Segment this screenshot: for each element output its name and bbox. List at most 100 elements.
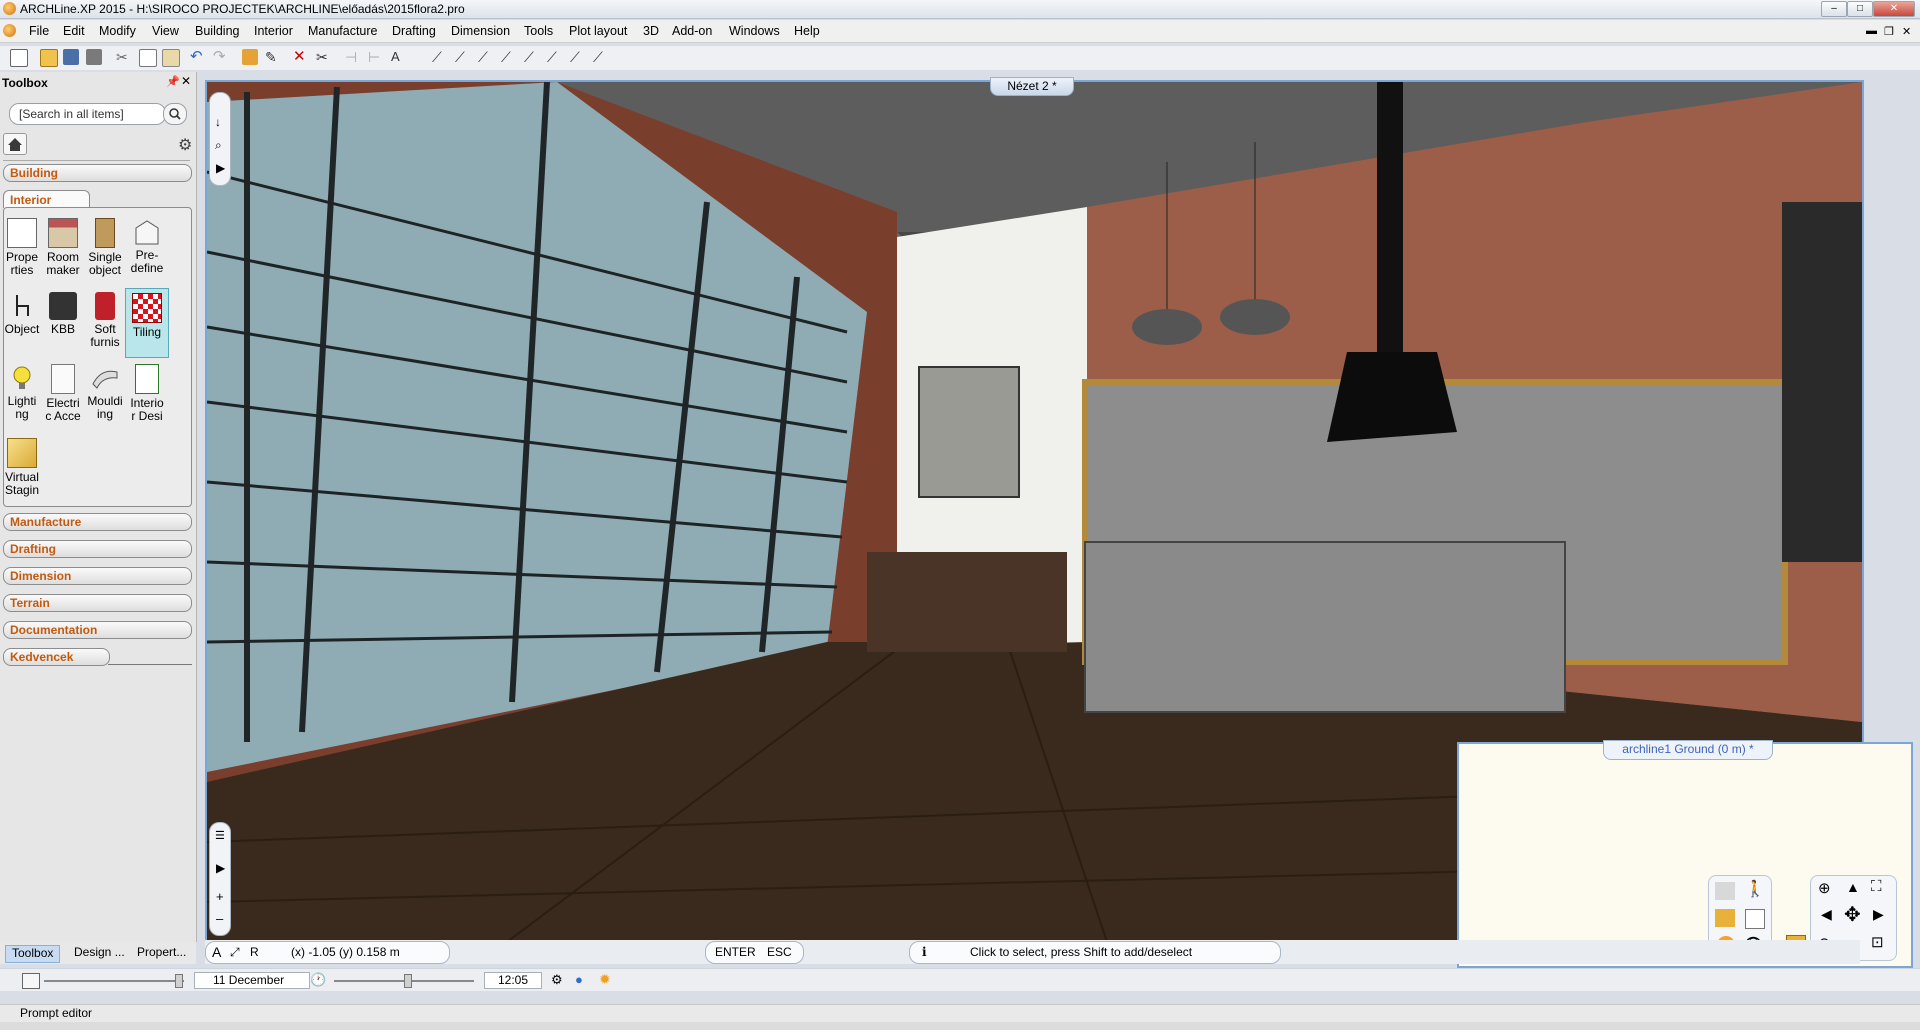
tab-design[interactable]: Design ... bbox=[74, 945, 125, 961]
tool-interior-design[interactable]: Interio r Desi bbox=[127, 364, 167, 423]
paste-icon[interactable] bbox=[162, 49, 180, 67]
cut-icon[interactable]: ✂ bbox=[116, 49, 132, 65]
enter-button[interactable]: ENTER bbox=[715, 942, 756, 962]
menu-3d[interactable]: 3D bbox=[643, 24, 659, 38]
menu-edit[interactable]: Edit bbox=[63, 24, 85, 38]
mdi-restore-icon[interactable]: ❐ bbox=[1884, 25, 1894, 38]
pen-icon[interactable]: ✎ bbox=[265, 49, 281, 65]
pan-icon[interactable]: ✥ bbox=[1844, 902, 1861, 927]
minimize-button[interactable]: – bbox=[1821, 1, 1847, 17]
relative-coords-icon[interactable]: R bbox=[250, 942, 259, 962]
tool-predefine[interactable]: Pre-define bbox=[127, 218, 167, 275]
tab-properties[interactable]: Propert... bbox=[137, 945, 186, 961]
tool-kbb[interactable]: KBB bbox=[43, 292, 83, 336]
date-slider-handle[interactable] bbox=[175, 974, 183, 988]
menu-plot-layout[interactable]: Plot layout bbox=[569, 24, 627, 38]
category-interior-tab[interactable]: Interior bbox=[3, 190, 90, 208]
stair-tool-4-icon[interactable]: ⟋ bbox=[501, 49, 517, 65]
time-field[interactable]: 12:05 bbox=[484, 972, 542, 989]
menu-drafting[interactable]: Drafting bbox=[392, 24, 436, 38]
tool-object[interactable]: Object bbox=[2, 292, 42, 336]
home-button[interactable] bbox=[3, 133, 27, 155]
tool-lighting[interactable]: Lighti ng bbox=[2, 364, 42, 421]
app-menu-icon[interactable] bbox=[3, 24, 16, 37]
menu-manufacture[interactable]: Manufacture bbox=[308, 24, 377, 38]
text-style-icon[interactable]: A bbox=[391, 49, 407, 65]
maximize-button[interactable]: □ bbox=[1847, 1, 1873, 17]
category-terrain[interactable]: Terrain bbox=[3, 594, 192, 612]
pin-icon[interactable]: 📌 bbox=[166, 75, 180, 88]
fit-view-icon[interactable]: ⛶ bbox=[1871, 878, 1882, 895]
tool-virtual-staging[interactable]: Virtual Stagin bbox=[2, 438, 42, 497]
menu-modify[interactable]: Modify bbox=[99, 24, 136, 38]
tool-room-maker[interactable]: Room maker bbox=[43, 218, 83, 277]
tool-tiling[interactable]: Tiling bbox=[125, 288, 169, 358]
mdi-close-icon[interactable]: ✕ bbox=[1902, 25, 1911, 38]
coordinate-field[interactable]: A ⤢ R (x) -1.05 (y) 0.158 m bbox=[205, 941, 450, 964]
stair-tool-7-icon[interactable]: ⟋ bbox=[570, 49, 586, 65]
align-right-icon[interactable]: ⊢ bbox=[368, 49, 384, 65]
print-icon[interactable] bbox=[86, 49, 102, 65]
category-documentation[interactable]: Documentation bbox=[3, 621, 192, 639]
tool-moulding[interactable]: Mouldi ing bbox=[85, 364, 125, 421]
date-field[interactable]: 11 December bbox=[194, 972, 310, 989]
viewport-tab[interactable]: Nézet 2 * bbox=[990, 77, 1074, 96]
arrow-up-icon[interactable]: ▲ bbox=[1846, 879, 1860, 895]
stair-tool-5-icon[interactable]: ⟋ bbox=[524, 49, 540, 65]
tool-single-object[interactable]: Single object bbox=[85, 218, 125, 277]
calendar-icon[interactable] bbox=[22, 973, 40, 989]
menu-dimension[interactable]: Dimension bbox=[451, 24, 510, 38]
menu-interior[interactable]: Interior bbox=[254, 24, 293, 38]
category-kedvencek[interactable]: Kedvencek bbox=[3, 648, 110, 666]
perspective-icon[interactable] bbox=[1715, 882, 1735, 900]
menu-building[interactable]: Building bbox=[195, 24, 239, 38]
delete-icon[interactable]: ✕ bbox=[293, 49, 309, 65]
menu-view[interactable]: View bbox=[152, 24, 179, 38]
menu-file[interactable]: File bbox=[29, 24, 49, 38]
tool-properties[interactable]: Prope rties bbox=[2, 218, 42, 277]
stair-tool-6-icon[interactable]: ⟋ bbox=[547, 49, 563, 65]
expand-icon[interactable]: ▶ bbox=[216, 861, 225, 875]
category-manufacture[interactable]: Manufacture bbox=[3, 513, 192, 531]
zoom-out-minus-icon[interactable]: – bbox=[216, 911, 223, 926]
sun-settings-icon[interactable]: ✹ bbox=[599, 971, 611, 988]
tool-soft-furnishing[interactable]: Soft furnis bbox=[85, 292, 125, 349]
open-icon[interactable] bbox=[40, 49, 58, 67]
plan-tab[interactable]: archline1 Ground (0 m) * bbox=[1603, 740, 1773, 760]
new-icon[interactable] bbox=[10, 49, 28, 67]
toolbox-settings-gear-icon[interactable]: ⚙ bbox=[178, 135, 192, 155]
date-slider[interactable] bbox=[44, 980, 184, 982]
category-dimension[interactable]: Dimension bbox=[3, 567, 192, 585]
play-icon[interactable]: ▶ bbox=[216, 161, 225, 175]
menu-help[interactable]: Help bbox=[794, 24, 820, 38]
walk-person-icon[interactable]: 🚶 bbox=[1745, 879, 1765, 899]
time-slider-handle[interactable] bbox=[404, 974, 412, 988]
tab-toolbox[interactable]: Toolbox bbox=[5, 945, 61, 963]
stair-tool-1-icon[interactable]: ⟋ bbox=[432, 49, 448, 65]
brush-icon[interactable] bbox=[242, 49, 258, 65]
stair-tool-2-icon[interactable]: ⟋ bbox=[455, 49, 471, 65]
shaded-cube-icon[interactable] bbox=[1715, 909, 1735, 927]
toolbox-close-icon[interactable]: ✕ bbox=[181, 74, 191, 88]
category-drafting[interactable]: Drafting bbox=[3, 540, 192, 558]
arrow-right-icon[interactable]: ▶ bbox=[1873, 906, 1884, 923]
walk-down-icon[interactable]: ↓ bbox=[215, 115, 221, 129]
zoom-icon[interactable]: ⌕ bbox=[215, 138, 222, 153]
category-building[interactable]: Building bbox=[3, 164, 192, 182]
arrow-left-icon[interactable]: ◀ bbox=[1821, 906, 1832, 923]
menu-add-on[interactable]: Add-on bbox=[672, 24, 712, 38]
menu-tools[interactable]: Tools bbox=[524, 24, 553, 38]
trim-icon[interactable]: ✂ bbox=[316, 49, 332, 65]
stair-tool-8-icon[interactable]: ⟋ bbox=[593, 49, 609, 65]
app-icon[interactable] bbox=[3, 2, 16, 15]
list-icon[interactable]: ☰ bbox=[215, 829, 225, 842]
render-settings-icon[interactable]: ⚙ bbox=[551, 972, 563, 988]
save-icon[interactable] bbox=[63, 49, 79, 65]
close-button[interactable]: ✕ bbox=[1873, 1, 1915, 17]
wire-cube-icon[interactable] bbox=[1745, 909, 1765, 929]
zoom-in-icon[interactable]: ⊕ bbox=[1818, 879, 1831, 897]
align-left-icon[interactable]: ⊣ bbox=[345, 49, 361, 65]
undo-icon[interactable]: ↶ bbox=[190, 49, 206, 65]
redo-icon[interactable]: ↷ bbox=[213, 49, 229, 65]
mdi-minimize-icon[interactable]: ▬ bbox=[1866, 25, 1877, 37]
